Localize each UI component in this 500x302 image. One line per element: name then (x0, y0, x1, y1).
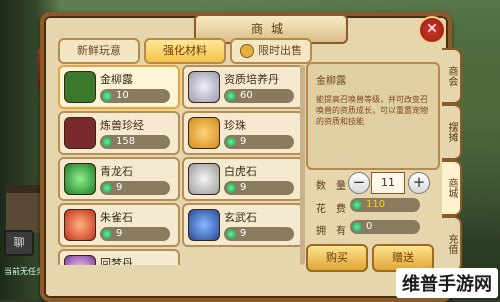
item-name: 朱雀石 (100, 211, 133, 224)
clock-icon (240, 44, 254, 58)
coin-icon (226, 91, 236, 101)
increase-button[interactable]: + (408, 172, 430, 194)
coin-icon (102, 137, 112, 147)
coin-icon (102, 91, 112, 101)
price-value: 9 (240, 228, 247, 239)
owned-label: 拥 有 (316, 226, 346, 237)
item-blue-stone-icon (188, 209, 220, 241)
item-name: 珍珠 (224, 119, 246, 132)
list-item[interactable]: 白虎石 9 (182, 157, 304, 201)
watermark: 维普手游网 (396, 268, 498, 298)
detail-item-name: 金柳露 (316, 76, 346, 87)
item-price: 158 (100, 135, 170, 149)
tab-limited-sale[interactable]: 限时出售 (230, 38, 312, 64)
cost-value: 110 (366, 199, 386, 210)
item-name: 回梦丹 (100, 257, 133, 265)
price-value: 9 (116, 182, 123, 193)
price-value: 60 (240, 90, 253, 101)
price-value: 9 (240, 182, 247, 193)
item-price: 9 (224, 227, 294, 241)
list-scrollbar[interactable] (300, 65, 305, 265)
list-item[interactable]: 青龙石 9 (58, 157, 180, 201)
item-pearl-icon (188, 71, 220, 103)
owned-value: 0 (366, 221, 373, 232)
item-name: 青龙石 (100, 165, 133, 178)
price-value: 9 (116, 228, 123, 239)
list-item[interactable]: 资质培养丹 60 (182, 65, 304, 109)
item-book-icon (64, 117, 96, 149)
cost-value-bar: 110 (350, 198, 420, 212)
price-value: 10 (116, 90, 129, 101)
side-tab-stall[interactable]: 摆摊 (442, 104, 462, 160)
price-value: 9 (240, 136, 247, 147)
coin-icon (102, 229, 112, 239)
item-potion-icon (64, 71, 96, 103)
coin-icon (102, 183, 112, 193)
buy-button[interactable]: 购买 (306, 244, 368, 272)
detail-item-description: 能提高召唤兽等级，并可改变召唤兽的资质成长，可以重置宠物的资质和技能 (316, 95, 428, 126)
window-title: 商城 (250, 22, 291, 36)
chat-button[interactable]: 聊 (4, 230, 34, 256)
side-tab-recharge[interactable]: 充值 (442, 216, 462, 272)
close-icon: ✕ (426, 21, 438, 37)
list-item[interactable]: 珍珠 9 (182, 111, 304, 155)
item-pill-icon (64, 255, 96, 265)
item-price: 9 (100, 181, 170, 195)
item-price: 10 (100, 89, 170, 103)
item-name: 炼兽珍经 (100, 119, 144, 132)
quantity-field[interactable]: 11 (371, 172, 405, 194)
item-orb-icon (188, 117, 220, 149)
side-tab-chamber[interactable]: 商会 (442, 48, 462, 104)
coin-icon (352, 200, 362, 210)
item-white-stone-icon (188, 163, 220, 195)
coin-icon (226, 229, 236, 239)
item-list: 金柳露 10 资质培养丹 60 炼兽珍经 158 珍珠 9 青龙石 9 白虎石 … (58, 65, 304, 265)
item-green-stone-icon (64, 163, 96, 195)
coin-icon (226, 183, 236, 193)
cost-label: 花 费 (316, 204, 346, 215)
price-value: 158 (116, 136, 136, 147)
item-name: 资质培养丹 (224, 73, 279, 86)
coin-icon (226, 137, 236, 147)
item-name: 金柳露 (100, 73, 133, 86)
task-status-text: 当前无任务 (4, 267, 44, 276)
quantity-label: 数 量 (316, 181, 346, 192)
list-item[interactable]: 金柳露 10 (58, 65, 180, 109)
tab-novelties[interactable]: 新鲜玩意 (58, 38, 140, 64)
list-item[interactable]: 炼兽珍经 158 (58, 111, 180, 155)
item-price: 60 (224, 89, 294, 103)
list-item[interactable]: 玄武石 9 (182, 203, 304, 247)
item-name: 玄武石 (224, 211, 257, 224)
list-item[interactable]: 回梦丹 20 (58, 249, 180, 265)
close-button[interactable]: ✕ (418, 16, 446, 44)
tab-enhance-materials[interactable]: 强化材料 (144, 38, 226, 64)
side-tab-mall[interactable]: 商城 (442, 160, 462, 216)
item-price: 9 (224, 181, 294, 195)
list-item[interactable]: 朱雀石 9 (58, 203, 180, 247)
owned-value-bar: 0 (350, 220, 420, 234)
item-detail-panel: 金柳露 能提高召唤兽等级，并可改变召唤兽的资质成长，可以重置宠物的资质和技能 (306, 62, 440, 170)
item-name: 白虎石 (224, 165, 257, 178)
tab-limited-sale-label: 限时出售 (258, 44, 302, 57)
coin-icon (352, 222, 362, 232)
plus-icon: + (412, 173, 426, 191)
item-price: 9 (100, 227, 170, 241)
item-red-stone-icon (64, 209, 96, 241)
minus-icon: − (352, 173, 366, 191)
item-price: 9 (224, 135, 294, 149)
decrease-button[interactable]: − (348, 172, 370, 194)
